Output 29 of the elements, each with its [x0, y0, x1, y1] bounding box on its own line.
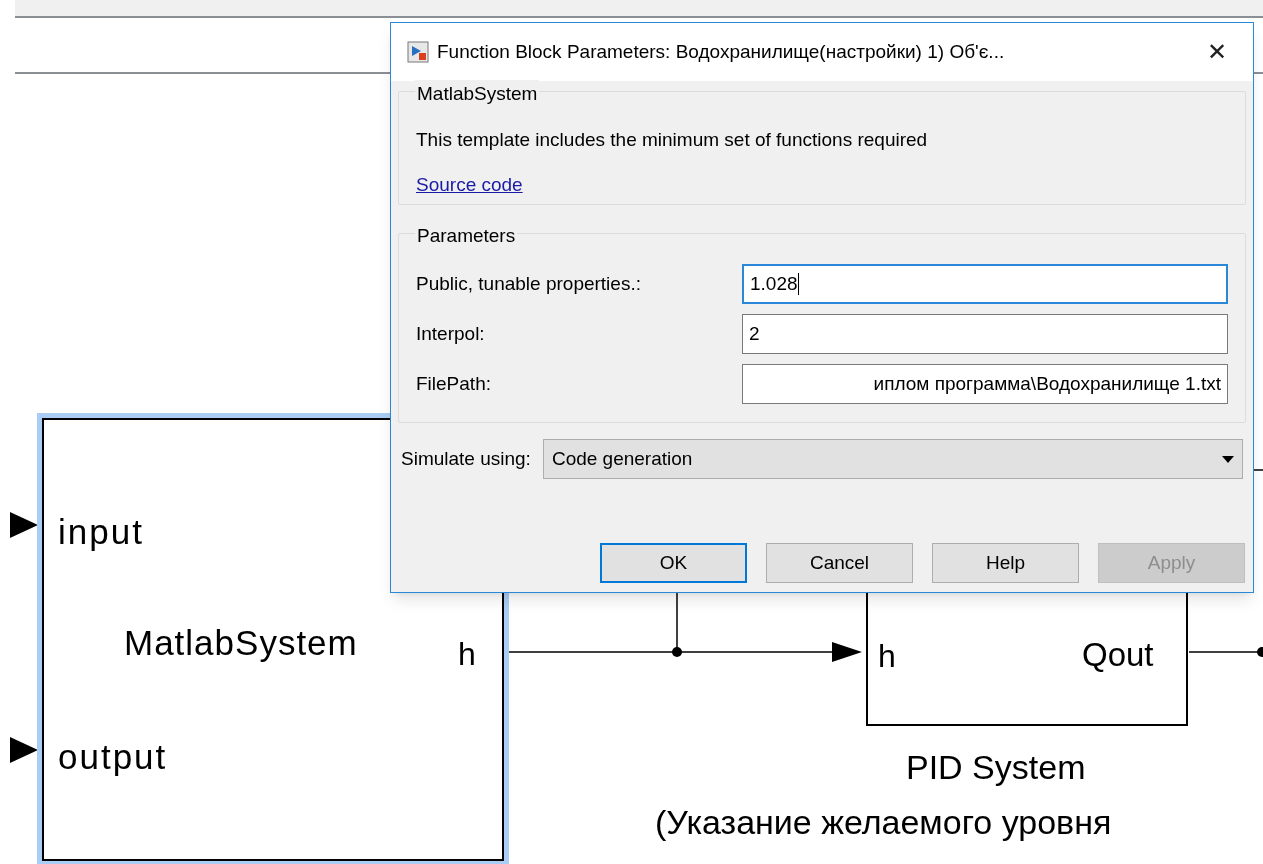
- source-code-link[interactable]: Source code: [416, 170, 523, 199]
- block-caption: PID System: [906, 747, 1086, 788]
- simulate-dropdown[interactable]: Code generation: [542, 439, 1243, 479]
- field-label: Interpol:: [416, 321, 486, 346]
- input-field[interactable]: 2: [742, 314, 1228, 354]
- port-label: h: [878, 637, 896, 676]
- field-label: Public, tunable properties.:: [416, 271, 642, 296]
- block-name: MatlabSystem: [124, 622, 358, 664]
- app-icon: [407, 41, 429, 63]
- input-arrow-icon: [10, 512, 38, 538]
- block-caption: (Указание желаемого уровня: [655, 802, 1112, 843]
- port-label: input: [58, 511, 144, 553]
- field-label: Simulate using:: [401, 446, 531, 471]
- dialog-button[interactable]: Help: [932, 543, 1079, 583]
- port-label: h: [458, 635, 476, 674]
- port-label: output: [58, 736, 168, 778]
- port-label: Qout: [1082, 635, 1154, 675]
- input-arrow-icon: [10, 737, 38, 763]
- dialog-button[interactable]: Cancel: [766, 543, 913, 583]
- description-text: This template includes the minimum set of functions required: [416, 128, 929, 152]
- caret-icon: [1222, 455, 1234, 463]
- input-field[interactable]: иплом программа\Водохранилище 1.txt: [742, 364, 1228, 404]
- window-title: Function Block Parameters: Водохранилище(настройки) 1) Об'є...: [437, 39, 1005, 64]
- input-field[interactable]: 1.028: [742, 264, 1228, 304]
- signal-line: [1251, 469, 1263, 471]
- junction-dot: [672, 647, 682, 657]
- field-label: FilePath:: [416, 371, 492, 396]
- dialog-button[interactable]: OK: [600, 543, 747, 583]
- close-button[interactable]: ✕: [1197, 34, 1237, 70]
